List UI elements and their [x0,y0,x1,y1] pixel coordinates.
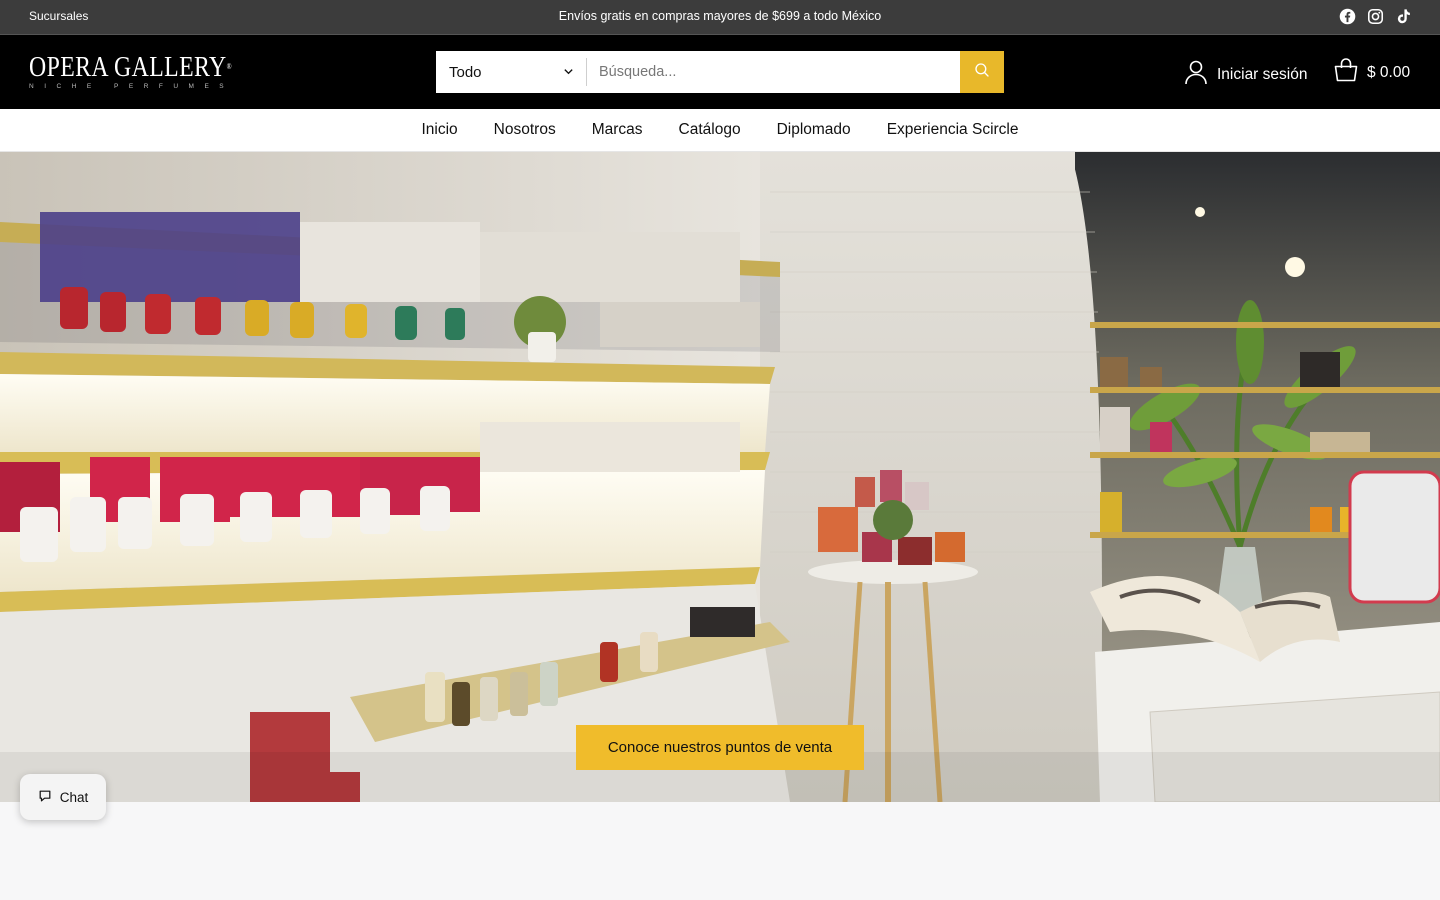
login-link[interactable]: Iniciar sesión [1184,59,1307,90]
nav-item-marcas[interactable]: Marcas [592,121,643,139]
hero-banner: Conoce nuestros puntos de venta [0,152,1440,802]
nav-item-nosotros[interactable]: Nosotros [494,121,556,139]
logo-wordmark: OPERA GALLERY® [29,51,232,83]
brand-logo[interactable]: OPERA GALLERY® NICHE PERFUMES [29,52,239,90]
search-button[interactable] [960,51,1004,93]
tiktok-icon[interactable] [1394,7,1412,25]
site-header: OPERA GALLERY® NICHE PERFUMES Todo Inici… [0,35,1440,109]
login-label: Iniciar sesión [1217,65,1308,83]
nav-item-diplomado[interactable]: Diplomado [777,121,851,139]
search-icon [973,61,991,84]
store-interior-image [0,152,1440,802]
chat-bubble-icon [38,789,52,806]
search-input[interactable] [587,51,960,93]
instagram-icon[interactable] [1366,7,1384,25]
social-links [1338,7,1412,25]
cart-total: $ 0.00 [1367,63,1411,81]
facebook-icon[interactable] [1338,7,1356,25]
nav-item-catalogo[interactable]: Catálogo [679,121,741,139]
user-icon [1184,59,1208,90]
chat-label: Chat [59,789,89,805]
announcement-bar: Sucursales Envíos gratis en compras mayo… [0,0,1440,35]
logo-tagline: NICHE PERFUMES [29,83,235,90]
cart-button[interactable]: $ 0.00 [1333,57,1410,88]
chat-button[interactable]: Chat [20,774,106,820]
shopping-bag-icon [1333,57,1359,88]
nav-item-inicio[interactable]: Inicio [421,121,457,139]
search-category-value: Todo [449,63,482,81]
search-bar: Todo [436,51,1004,93]
shipping-promo-text: Envíos gratis en compras mayores de $699… [558,9,882,23]
nav-item-experiencia-scircle[interactable]: Experiencia Scircle [887,121,1019,139]
store-locations-button[interactable]: Conoce nuestros puntos de venta [576,725,864,770]
chevron-down-icon [563,64,574,81]
search-category-select[interactable]: Todo [436,51,586,93]
main-navigation: Inicio Nosotros Marcas Catálogo Diplomad… [0,109,1440,152]
